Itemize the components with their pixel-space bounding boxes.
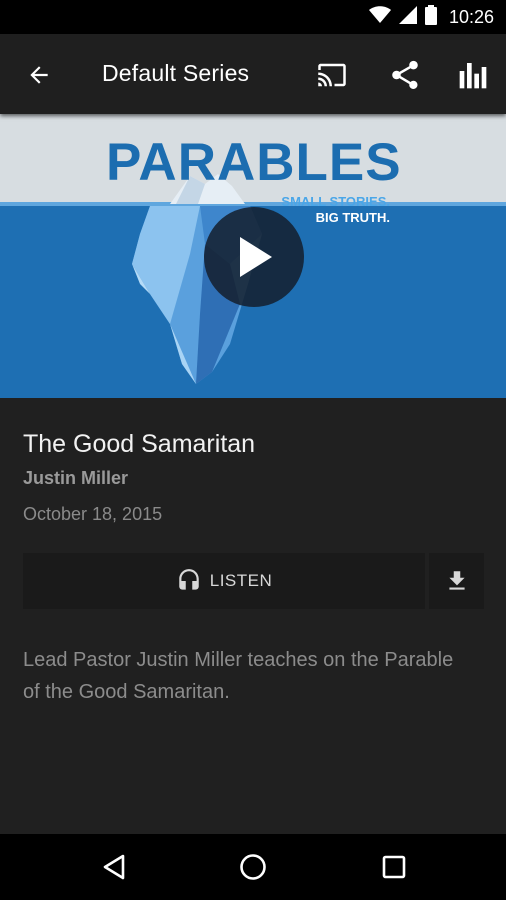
cell-signal-icon	[398, 5, 417, 29]
share-button[interactable]	[385, 56, 425, 94]
app-bar: Default Series	[0, 34, 506, 114]
episode-date: October 18, 2015	[23, 504, 163, 524]
artwork-tagline: SMALL STORIES. BIG TRUTH.	[278, 194, 390, 226]
nav-recents-button[interactable]	[366, 844, 422, 890]
listen-button[interactable]: LISTEN	[23, 553, 425, 609]
nav-back-button[interactable]	[86, 844, 142, 890]
download-button[interactable]	[429, 553, 484, 609]
artwork-tagline-line1: SMALL STORIES.	[281, 194, 390, 209]
wifi-icon	[368, 5, 391, 29]
artwork-tagline-line2: BIG TRUTH.	[315, 210, 390, 225]
nav-home-button[interactable]	[225, 844, 281, 890]
battery-icon	[424, 4, 437, 30]
stats-button[interactable]	[453, 56, 493, 94]
home-circle-icon	[240, 854, 266, 880]
status-bar: 10:26	[0, 0, 506, 34]
back-button[interactable]	[22, 58, 56, 92]
back-triangle-icon	[103, 854, 125, 880]
series-artwork: PARABLES SMALL STORIES. BIG TRUTH.	[0, 114, 506, 398]
listen-label: LISTEN	[209, 571, 273, 590]
episode-title: The Good Samaritan	[23, 430, 256, 458]
play-button[interactable]	[204, 207, 304, 307]
episode-author: Justin Miller	[23, 468, 129, 488]
share-icon	[392, 60, 418, 90]
cast-button[interactable]	[312, 56, 352, 94]
arrow-left-icon	[30, 66, 48, 84]
recents-square-icon	[382, 855, 406, 879]
headphones-icon	[178, 569, 199, 590]
episode-description: Lead Pastor Justin Miller teaches on the…	[23, 649, 454, 703]
status-time: 10:26	[448, 6, 494, 27]
stats-icon	[459, 63, 487, 89]
system-nav-bar	[0, 834, 506, 900]
artwork-title: PARABLES	[106, 133, 402, 192]
app-bar-title: Default Series	[102, 60, 250, 86]
cast-icon	[318, 63, 346, 87]
play-icon	[240, 237, 272, 277]
download-icon	[448, 571, 465, 590]
